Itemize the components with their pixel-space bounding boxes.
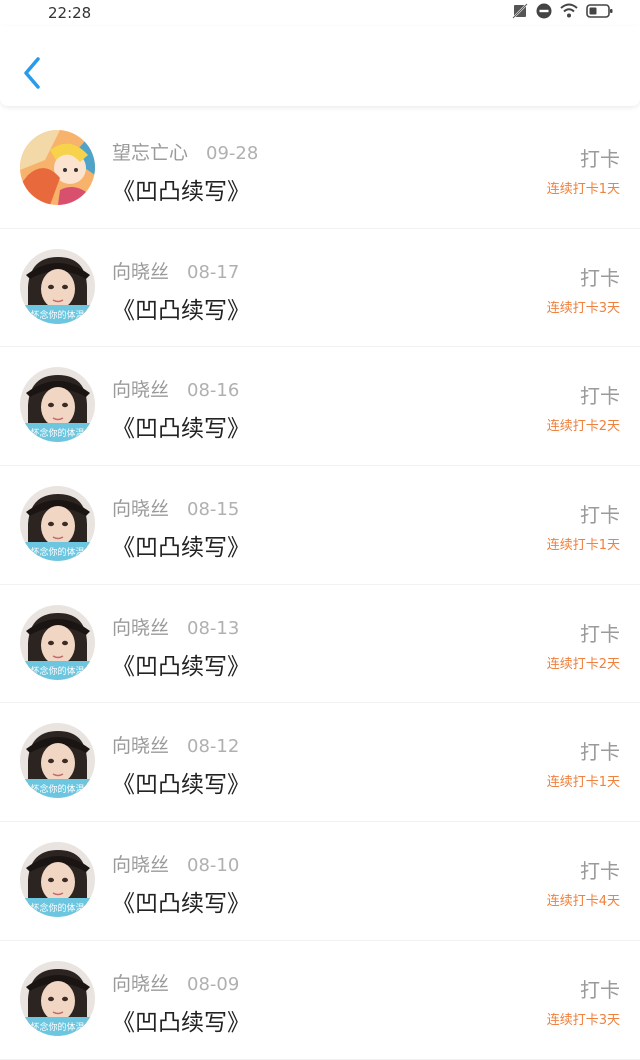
- streak-label: 连续打卡3天: [546, 300, 620, 316]
- streak-label: 连续打卡2天: [546, 419, 620, 435]
- back-button[interactable]: [18, 53, 48, 93]
- list-item[interactable]: 怀念你的体温 向晓丝 08-10 《凹凸续写》 打卡 连续打卡4天: [0, 822, 640, 941]
- entry-title[interactable]: 《凹凸续写》: [112, 647, 250, 681]
- entry-meta: 向晓丝 08-15: [112, 494, 239, 521]
- streak-label: 连续打卡4天: [546, 894, 620, 910]
- avatar-caption: 怀念你的体温: [30, 665, 84, 677]
- checkin-label: 打卡: [580, 384, 620, 409]
- streak-label: 连续打卡2天: [546, 656, 620, 672]
- wifi-icon: [560, 3, 578, 23]
- avatar-caption: 怀念你的体温: [30, 902, 84, 914]
- user-name[interactable]: 向晓丝: [112, 498, 169, 520]
- streak-label: 连续打卡3天: [546, 1012, 620, 1028]
- entry-meta: 望忘亡心 09-28: [112, 138, 258, 165]
- avatar-caption: 怀念你的体温: [30, 783, 84, 795]
- entry-title[interactable]: 《凹凸续写》: [112, 409, 250, 443]
- entry-title[interactable]: 《凹凸续写》: [112, 528, 250, 562]
- user-name[interactable]: 向晓丝: [112, 379, 169, 401]
- user-name[interactable]: 向晓丝: [112, 617, 169, 639]
- top-nav-bar: [0, 26, 640, 106]
- entry-date: 08-13: [187, 617, 240, 639]
- list-item[interactable]: 怀念你的体温 向晓丝 08-12 《凹凸续写》 打卡 连续打卡1天: [0, 703, 640, 823]
- list-item[interactable]: 怀念你的体温 向晓丝 08-17 《凹凸续写》 打卡 连续打卡3天: [0, 229, 640, 348]
- no-sim-icon: [512, 3, 528, 23]
- avatar-caption: 怀念你的体温: [30, 309, 84, 321]
- avatar[interactable]: 怀念你的体温: [20, 604, 95, 680]
- entry-title[interactable]: 《凹凸续写》: [112, 884, 250, 918]
- avatar-caption: 怀念你的体温: [30, 427, 84, 439]
- avatar[interactable]: 怀念你的体温: [20, 723, 95, 799]
- list-item[interactable]: 怀念你的体温 向晓丝 08-09 《凹凸续写》 打卡 连续打卡3天: [0, 941, 640, 1060]
- entry-meta: 向晓丝 08-09: [112, 969, 239, 996]
- checkin-label: 打卡: [580, 621, 620, 646]
- avatar[interactable]: 怀念你的体温: [20, 842, 95, 918]
- streak-label: 连续打卡1天: [546, 182, 620, 197]
- status-bar: 22:28: [0, 0, 640, 26]
- do-not-disturb-icon: [536, 3, 552, 23]
- chevron-left-icon: [18, 57, 48, 97]
- entry-meta: 向晓丝 08-13: [112, 613, 239, 640]
- avatar[interactable]: 怀念你的体温: [20, 248, 95, 324]
- avatar-caption: 怀念你的体温: [30, 1021, 84, 1033]
- user-name[interactable]: 向晓丝: [112, 735, 169, 757]
- user-name[interactable]: 望忘亡心: [112, 142, 188, 164]
- list-item[interactable]: 怀念你的体温 向晓丝 08-16 《凹凸续写》 打卡 连续打卡2天: [0, 347, 640, 467]
- list-item[interactable]: 怀念你的体温 向晓丝 08-13 《凹凸续写》 打卡 连续打卡2天: [0, 585, 640, 704]
- streak-label: 连续打卡1天: [546, 538, 620, 554]
- entry-date: 08-15: [187, 499, 240, 521]
- checkin-label: 打卡: [580, 503, 620, 528]
- avatar[interactable]: [20, 130, 95, 205]
- avatar[interactable]: 怀念你的体温: [20, 486, 95, 562]
- entry-date: 08-10: [187, 855, 240, 877]
- entry-date: 08-09: [187, 973, 240, 995]
- entry-title[interactable]: 《凹凸续写》: [112, 172, 250, 206]
- entry-title[interactable]: 《凹凸续写》: [112, 1003, 250, 1037]
- status-time: 22:28: [48, 4, 92, 22]
- user-name[interactable]: 向晓丝: [112, 261, 169, 283]
- entry-meta: 向晓丝 08-12: [112, 731, 239, 758]
- entry-date: 08-16: [187, 380, 240, 402]
- entry-date: 08-12: [187, 736, 240, 758]
- user-name[interactable]: 向晓丝: [112, 854, 169, 876]
- avatar-caption: 怀念你的体温: [30, 546, 84, 558]
- list-item[interactable]: 怀念你的体温 向晓丝 08-15 《凹凸续写》 打卡 连续打卡1天: [0, 466, 640, 585]
- list-item[interactable]: 望忘亡心 09-28 《凹凸续写》 打卡 连续打卡1天: [0, 110, 640, 229]
- checkin-list: 望忘亡心 09-28 《凹凸续写》 打卡 连续打卡1天 怀念你的体温 向晓丝 08-…: [0, 110, 640, 1060]
- entry-title[interactable]: 《凹凸续写》: [112, 291, 250, 325]
- entry-title[interactable]: 《凹凸续写》: [112, 765, 250, 799]
- avatar[interactable]: 怀念你的体温: [20, 367, 95, 443]
- entry-date: 08-17: [187, 261, 240, 283]
- entry-meta: 向晓丝 08-17: [112, 257, 239, 284]
- checkin-label: 打卡: [580, 859, 620, 884]
- checkin-label: 打卡: [580, 740, 620, 765]
- entry-date: 09-28: [206, 143, 259, 164]
- streak-label: 连续打卡1天: [546, 775, 620, 791]
- checkin-label: 打卡: [580, 265, 620, 290]
- avatar[interactable]: 怀念你的体温: [20, 960, 95, 1036]
- checkin-label: 打卡: [580, 147, 620, 171]
- entry-meta: 向晓丝 08-16: [112, 375, 239, 402]
- user-name[interactable]: 向晓丝: [112, 973, 169, 995]
- battery-icon: [586, 3, 614, 23]
- checkin-label: 打卡: [580, 977, 620, 1002]
- status-icons: [512, 3, 614, 23]
- entry-meta: 向晓丝 08-10: [112, 850, 239, 877]
